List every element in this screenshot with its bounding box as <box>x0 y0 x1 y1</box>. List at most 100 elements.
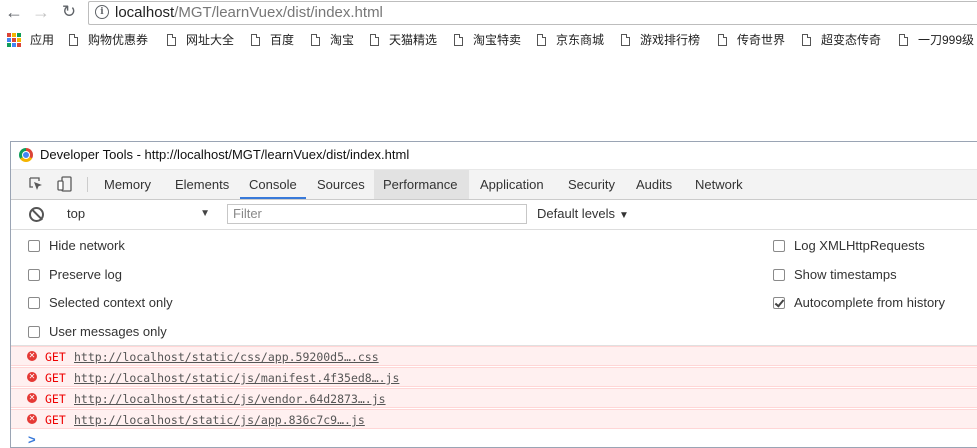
tab-network[interactable]: Network <box>686 170 752 199</box>
page-icon <box>718 34 727 46</box>
checkbox-label: Hide network <box>49 238 125 253</box>
checkbox-label: Selected context only <box>49 295 173 310</box>
selected-context-only-checkbox[interactable]: Selected context only <box>28 295 173 311</box>
checkbox-label: Log XMLHttpRequests <box>794 238 925 253</box>
request-method: GET <box>45 371 66 385</box>
console-prompt-icon[interactable]: > <box>28 433 36 446</box>
checkbox-box[interactable] <box>773 269 785 281</box>
bookmark-item[interactable]: 一刀999级 <box>899 32 974 48</box>
page-icon <box>167 34 176 46</box>
checkbox-box[interactable] <box>28 326 40 338</box>
info-icon[interactable]: i <box>95 5 109 19</box>
console-settings-panel: Hide network Preserve log Selected conte… <box>11 230 977 346</box>
tab-sources[interactable]: Sources <box>308 170 374 199</box>
page-icon <box>370 34 379 46</box>
page-icon <box>454 34 463 46</box>
dropdown-arrow-icon: ▼ <box>619 210 629 221</box>
console-error-row: ✕ GET http://localhost/static/js/app.836… <box>11 409 977 429</box>
url-host: localhost <box>115 4 175 21</box>
page-icon <box>899 34 908 46</box>
error-icon: ✕ <box>27 393 37 403</box>
autocomplete-from-history-checkbox[interactable]: Autocomplete from history <box>773 295 945 311</box>
request-url-link[interactable]: http://localhost/static/js/manifest.4f35… <box>74 369 399 387</box>
page-icon <box>537 34 546 46</box>
bookmark-item[interactable]: 网址大全 <box>167 32 234 48</box>
devtools-titlebar[interactable]: Developer Tools - http://localhost/MGT/l… <box>11 142 977 170</box>
tab-security[interactable]: Security <box>559 170 624 199</box>
devtools-window: Developer Tools - http://localhost/MGT/l… <box>10 141 977 448</box>
checkbox-label: Show timestamps <box>794 267 897 282</box>
tab-memory[interactable]: Memory <box>95 170 160 199</box>
bookmark-item[interactable]: 天猫精选 <box>370 32 437 48</box>
device-toolbar-icon[interactable] <box>57 176 73 192</box>
console-error-row: ✕ GET http://localhost/static/js/vendor.… <box>11 388 977 408</box>
request-url-link[interactable]: http://localhost/static/css/app.59200d5…… <box>74 348 379 366</box>
checkbox-label: Preserve log <box>49 267 122 282</box>
error-icon: ✕ <box>27 372 37 382</box>
user-messages-only-checkbox[interactable]: User messages only <box>28 324 167 340</box>
log-levels-dropdown[interactable]: Default levels ▼ <box>537 205 629 225</box>
page-icon <box>621 34 630 46</box>
apps-grid-icon[interactable] <box>7 33 21 47</box>
page-icon <box>251 34 260 46</box>
preserve-log-checkbox[interactable]: Preserve log <box>28 267 122 283</box>
toolbar-divider <box>87 177 88 192</box>
checkbox-box[interactable] <box>28 297 40 309</box>
bookmark-item[interactable]: 百度 <box>251 32 294 48</box>
checkbox-label: User messages only <box>49 324 167 339</box>
clear-console-icon[interactable] <box>29 207 44 222</box>
console-error-row: ✕ GET http://localhost/static/js/manifes… <box>11 367 977 387</box>
filter-input[interactable]: Filter <box>227 204 527 224</box>
inspect-element-icon[interactable] <box>28 176 44 192</box>
checkbox-box[interactable] <box>28 269 40 281</box>
request-method: GET <box>45 392 66 406</box>
page-icon <box>311 34 320 46</box>
checkbox-box[interactable] <box>773 240 785 252</box>
checkbox-box[interactable] <box>28 240 40 252</box>
log-levels-label: Default levels <box>537 206 616 221</box>
back-arrow-icon[interactable]: ← <box>4 2 24 22</box>
bookmark-item[interactable]: 游戏排行榜 <box>621 32 700 48</box>
dropdown-arrow-icon: ▼ <box>200 208 210 219</box>
error-icon: ✕ <box>27 351 37 361</box>
console-messages: ✕ GET http://localhost/static/css/app.59… <box>11 346 977 430</box>
address-bar[interactable]: i localhost/MGT/learnVuex/dist/index.htm… <box>88 1 977 25</box>
request-url-link[interactable]: http://localhost/static/js/app.836c7c9….… <box>74 411 365 429</box>
browser-toolbar: ← → ↻ i localhost/MGT/learnVuex/dist/ind… <box>0 0 977 25</box>
show-timestamps-checkbox[interactable]: Show timestamps <box>773 267 897 283</box>
tab-performance[interactable]: Performance <box>374 170 469 199</box>
bookmark-item[interactable]: 超变态传奇 <box>802 32 881 48</box>
address-url[interactable]: localhost/MGT/learnVuex/dist/index.html <box>115 3 383 23</box>
reload-icon[interactable]: ↻ <box>59 2 79 22</box>
bookmark-item[interactable]: 淘宝特卖 <box>454 32 521 48</box>
bookmark-item[interactable]: 京东商城 <box>537 32 604 48</box>
request-url-link[interactable]: http://localhost/static/js/vendor.64d287… <box>74 390 386 408</box>
bookmark-item[interactable]: 传奇世界 <box>718 32 785 48</box>
bookmark-apps[interactable]: 应用 <box>30 32 54 48</box>
request-method: GET <box>45 413 66 427</box>
tab-audits[interactable]: Audits <box>627 170 681 199</box>
devtools-window-title: Developer Tools - http://localhost/MGT/l… <box>40 147 410 162</box>
url-path: /MGT/learnVuex/dist/index.html <box>174 4 383 21</box>
request-method: GET <box>45 350 66 364</box>
log-xmlhttprequests-checkbox[interactable]: Log XMLHttpRequests <box>773 238 925 254</box>
forward-arrow-icon[interactable]: → <box>31 2 51 22</box>
checkbox-label: Autocomplete from history <box>794 295 946 310</box>
bookmark-item[interactable]: 淘宝 <box>311 32 354 48</box>
checkbox-box-checked[interactable] <box>773 297 785 309</box>
error-icon: ✕ <box>27 414 37 424</box>
hide-network-checkbox[interactable]: Hide network <box>28 238 125 254</box>
chrome-logo-icon <box>19 148 33 162</box>
page-icon <box>69 34 78 46</box>
page-icon <box>802 34 811 46</box>
tab-elements[interactable]: Elements <box>166 170 238 199</box>
console-error-row: ✕ GET http://localhost/static/css/app.59… <box>11 346 977 366</box>
devtools-tab-bar: Memory Elements Console Sources Performa… <box>11 170 977 200</box>
bookmark-item[interactable]: 购物优惠券 <box>69 32 148 48</box>
bookmarks-bar: 应用 购物优惠券 网址大全 百度 淘宝 天猫精选 淘宝特卖 京东商城 游戏排行榜… <box>0 28 977 52</box>
tab-console[interactable]: Console <box>240 170 306 199</box>
context-selector-value: top <box>67 206 86 221</box>
tab-application[interactable]: Application <box>471 170 553 199</box>
context-selector[interactable]: top ▼ <box>58 204 214 224</box>
console-toolbar: top ▼ Filter Default levels ▼ <box>11 200 977 230</box>
